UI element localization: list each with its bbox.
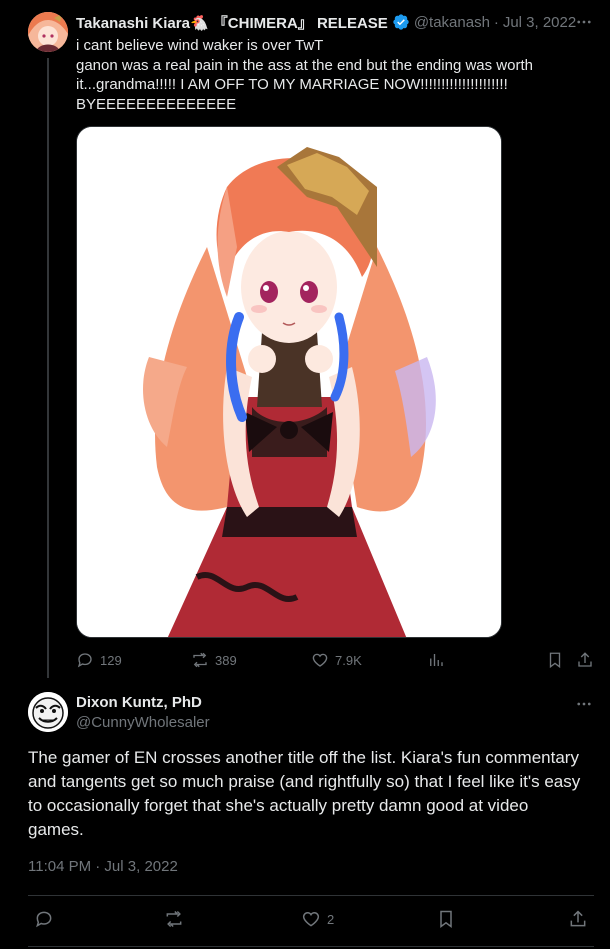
retweet-count: 389	[215, 652, 237, 668]
reply-timestamp[interactable]: 11:04 PM · Jul 3, 2022	[28, 858, 178, 875]
reply-author-name[interactable]: Dixon Kuntz, PhD	[76, 694, 202, 711]
reply-icon	[36, 911, 52, 928]
tweet-action-bar: 129 389 7.9K	[76, 650, 596, 670]
like-count: 7.9K	[335, 652, 362, 668]
bookmark-icon	[549, 652, 561, 669]
reply-icon	[77, 653, 92, 668]
share-icon	[570, 910, 586, 927]
reply-action-bar: 2	[28, 908, 594, 930]
reply-like-count: 2	[327, 911, 335, 927]
author-avatar[interactable]	[28, 12, 68, 52]
tweet-date[interactable]: Jul 3, 2022	[503, 14, 576, 31]
retweet-icon	[193, 652, 207, 668]
heart-icon	[312, 653, 328, 667]
views-button[interactable]	[427, 650, 445, 670]
reply-text: The gamer of EN crosses another title of…	[28, 748, 581, 839]
character-illustration-image	[77, 127, 501, 637]
retweet-icon	[166, 910, 182, 928]
thread-connector-line	[47, 58, 49, 678]
reply-more-options-icon[interactable]	[574, 694, 594, 714]
reply-like-button[interactable]: 2	[301, 908, 334, 930]
author-name[interactable]: Takanashi Kiara🐔 『CHIMERA』 RELEASE	[76, 12, 388, 33]
reply-retweet-button[interactable]	[164, 908, 190, 930]
tweet-header: Takanashi Kiara🐔 『CHIMERA』 RELEASE @taka…	[76, 12, 596, 32]
bookmark-button[interactable]	[546, 650, 564, 670]
tweet-text: i cant believe wind waker is over TwT ga…	[76, 37, 533, 113]
author-handle[interactable]: @takanash	[414, 14, 490, 31]
tweet-media-image[interactable]	[76, 126, 502, 638]
analytics-icon	[430, 654, 443, 666]
divider	[28, 895, 594, 896]
bookmark-icon	[440, 910, 452, 928]
reply-reply-button[interactable]	[34, 908, 60, 930]
reply-button[interactable]: 129	[76, 650, 122, 670]
verified-badge-icon[interactable]	[392, 13, 410, 31]
tweet-thread-view: Takanashi Kiara🐔 『CHIMERA』 RELEASE @taka…	[0, 0, 610, 949]
reply-count: 129	[100, 652, 122, 668]
more-options-icon[interactable]	[574, 12, 594, 32]
bottom-divider	[28, 946, 594, 947]
heart-icon	[302, 911, 320, 927]
share-button[interactable]	[576, 650, 594, 670]
reply-author-handle[interactable]: @CunnyWholesaler	[76, 714, 210, 731]
reply-bookmark-button[interactable]	[436, 908, 456, 930]
reply-author-avatar[interactable]	[28, 692, 68, 732]
retweet-button[interactable]: 389	[191, 650, 237, 670]
like-button[interactable]: 7.9K	[311, 650, 362, 670]
separator-dot: ·	[493, 13, 499, 31]
share-icon	[578, 652, 592, 667]
reply-share-button[interactable]	[568, 908, 588, 930]
